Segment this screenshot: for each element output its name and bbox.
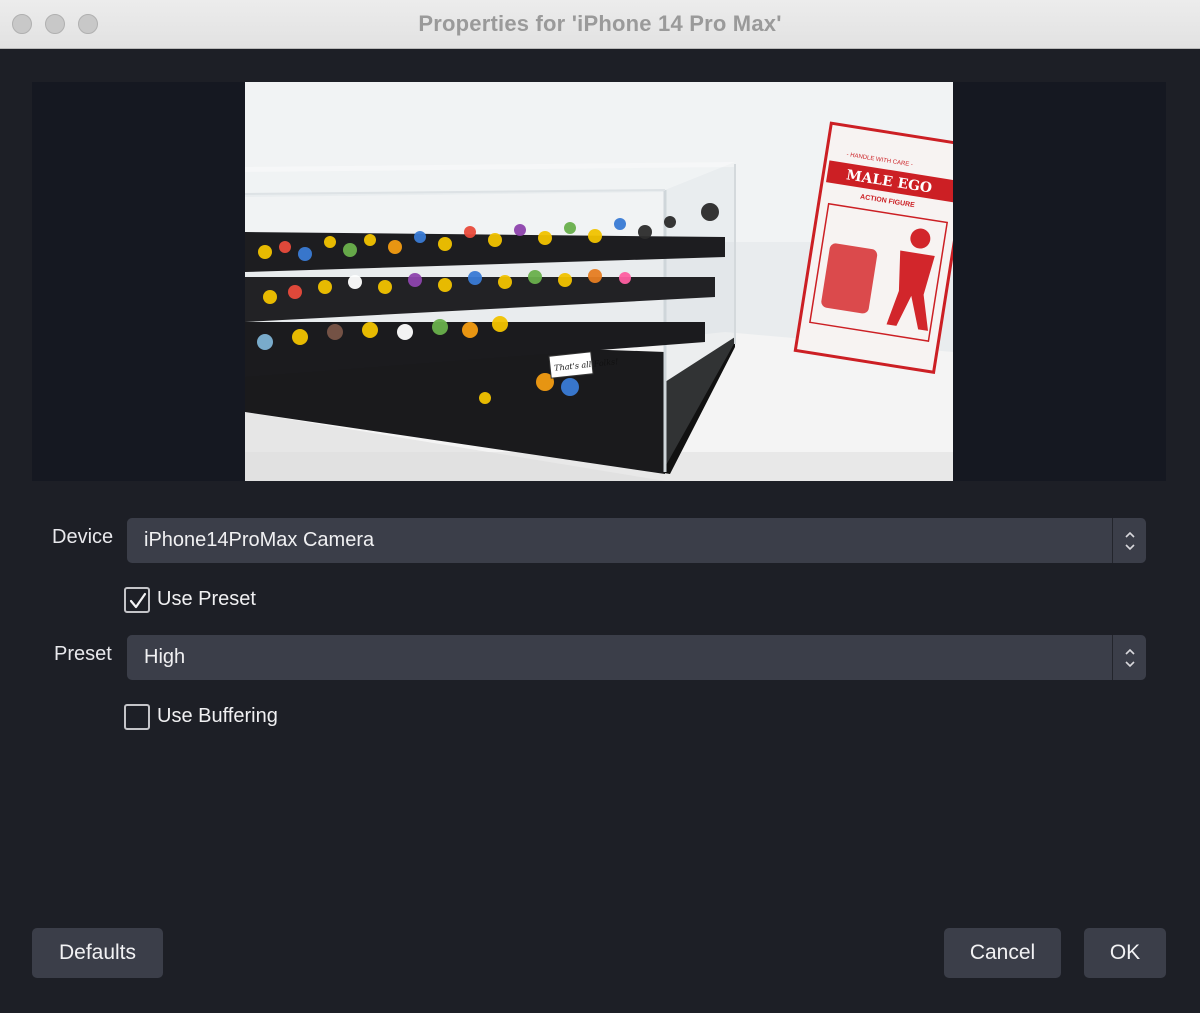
cancel-button[interactable]: Cancel [944, 928, 1061, 978]
preset-label: Preset [54, 643, 112, 665]
ok-button[interactable]: OK [1084, 928, 1166, 978]
properties-window: Properties for 'iPhone 14 Pro Max' That'… [0, 0, 1200, 1013]
defaults-button[interactable]: Defaults [32, 928, 163, 978]
camera-preview-area: That's all Folks! - HANDLE WITH CARE - M… [32, 82, 1166, 481]
use-buffering-checkbox[interactable] [124, 704, 150, 730]
device-label: Device [52, 526, 114, 548]
window-title: Properties for 'iPhone 14 Pro Max' [418, 11, 782, 36]
device-select-value: iPhone14ProMax Camera [144, 529, 375, 551]
chevron-up-down-icon [1125, 531, 1135, 551]
preset-select-value: High [144, 646, 186, 668]
use-preset-checkbox[interactable] [124, 587, 150, 613]
use-preset-label: Use Preset [157, 588, 256, 610]
preset-select-chevron-icon[interactable] [1112, 635, 1146, 680]
checkmark-icon [129, 592, 147, 609]
camera-preview-image: That's all Folks! - HANDLE WITH CARE - M… [245, 82, 953, 481]
chevron-up-down-icon [1125, 648, 1135, 668]
device-select[interactable]: iPhone14ProMax Camera [127, 518, 1146, 563]
use-buffering-label: Use Buffering [157, 705, 278, 727]
device-select-chevron-icon[interactable] [1112, 518, 1146, 563]
preset-select[interactable]: High [127, 635, 1146, 680]
title-bar: Properties for 'iPhone 14 Pro Max' [0, 0, 1200, 49]
preview-scene: That's all Folks! - HANDLE WITH CARE - M… [245, 82, 953, 481]
